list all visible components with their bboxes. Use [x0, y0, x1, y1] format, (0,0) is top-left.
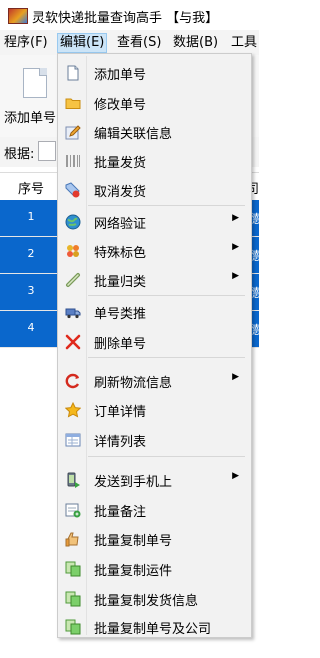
menu-view[interactable]: 查看(S)	[117, 34, 161, 52]
menu-item-send-to-phone[interactable]: 发送到手机上 ▶	[60, 467, 249, 493]
app-logo-icon	[8, 8, 28, 24]
menu-item-label: 特殊标色	[94, 246, 147, 261]
row-number: 3	[27, 284, 35, 297]
menu-item-order-detail[interactable]: 订单详情	[60, 397, 249, 423]
menu-item-batch-classify[interactable]: 批量归类 ▶	[60, 267, 249, 293]
add-number-button[interactable]: 添加单号	[4, 63, 58, 127]
row-number: 4	[27, 321, 35, 334]
column-header-seq[interactable]: 序号	[18, 178, 44, 197]
tag-cancel-icon	[65, 182, 80, 198]
menu-item-delete-number[interactable]: 删除单号	[60, 329, 249, 355]
menu-item-batch-copy-shipment[interactable]: 批量复制运件	[60, 556, 249, 582]
menu-item-label: 批量归类	[94, 275, 147, 290]
row-number: 1	[27, 210, 35, 223]
menu-item-label: 发送到手机上	[94, 475, 173, 490]
copy-icon	[65, 619, 81, 635]
copy-icon	[65, 561, 81, 577]
phone-send-icon	[67, 472, 80, 488]
menu-edit[interactable]: 编辑(E)	[57, 33, 108, 53]
menu-separator	[88, 456, 245, 457]
list-icon	[65, 433, 81, 447]
menu-item-label: 订单详情	[94, 405, 147, 420]
truck-icon	[65, 308, 81, 319]
menu-item-label: 批量复制运件	[94, 564, 173, 579]
link-icon	[66, 273, 80, 287]
menu-bar: 程序(F) 编辑(E) 查看(S) 数据(B) 工具	[0, 30, 259, 55]
filter-dropdown[interactable]	[38, 141, 56, 161]
delete-x-icon	[65, 334, 81, 350]
copy-icon	[65, 591, 81, 607]
barcode-icon	[66, 155, 80, 167]
menu-item-label: 详情列表	[94, 435, 147, 450]
menu-item-label: 取消发货	[94, 185, 147, 200]
menu-item-add-number[interactable]: 添加单号	[60, 60, 249, 86]
page-icon	[67, 65, 79, 81]
edit-icon	[65, 125, 81, 140]
menu-item-modify-number[interactable]: 修改单号	[60, 90, 249, 116]
refresh-icon	[65, 373, 80, 389]
submenu-arrow-icon: ▶	[232, 471, 239, 481]
menu-item-label: 网络验证	[94, 217, 147, 232]
title-bar: 灵软快递批量查询高手 【与我】	[0, 0, 259, 30]
hand-copy-icon	[65, 532, 79, 547]
submenu-arrow-icon: ▶	[232, 213, 239, 223]
menu-item-label: 刷新物流信息	[94, 376, 173, 391]
menu-item-label: 添加单号	[94, 68, 147, 83]
menu-item-label: 批量复制单号及公司	[94, 622, 212, 637]
submenu-arrow-icon: ▶	[232, 242, 239, 252]
menu-separator	[88, 357, 245, 358]
menu-data[interactable]: 数据(B)	[173, 34, 218, 52]
menu-item-detail-list[interactable]: 详情列表	[60, 427, 249, 453]
edit-dropdown-menu: 添加单号 修改单号 编辑关联信息 批量发货 取消发货 网络验证 ▶ 特殊标色 ▶…	[57, 53, 252, 638]
menu-item-label: 批量复制发货信息	[94, 594, 199, 609]
submenu-arrow-icon: ▶	[232, 372, 239, 382]
menu-item-network-verify[interactable]: 网络验证 ▶	[60, 209, 249, 235]
submenu-arrow-icon: ▶	[232, 271, 239, 281]
menu-item-label: 批量发货	[94, 156, 147, 171]
menu-item-batch-copy-number[interactable]: 批量复制单号	[60, 526, 249, 552]
menu-item-cancel-ship[interactable]: 取消发货	[60, 177, 249, 203]
note-icon	[65, 503, 81, 518]
menu-tools[interactable]: 工具	[231, 34, 257, 52]
menu-item-batch-ship[interactable]: 批量发货	[60, 148, 249, 174]
menu-item-batch-copy-ship-info[interactable]: 批量复制发货信息	[60, 586, 249, 612]
globe-icon	[65, 214, 81, 230]
menu-item-edit-related[interactable]: 编辑关联信息	[60, 119, 249, 145]
menu-item-label: 编辑关联信息	[94, 127, 173, 142]
filter-label: 根据:	[4, 147, 35, 162]
folder-icon	[65, 98, 81, 109]
add-number-label: 添加单号	[4, 111, 57, 126]
menu-item-batch-note[interactable]: 批量备注	[60, 497, 249, 523]
menu-separator	[88, 205, 245, 206]
menu-item-label: 批量复制单号	[94, 534, 173, 549]
document-icon	[23, 68, 47, 98]
menu-program[interactable]: 程序(F)	[4, 34, 48, 52]
menu-item-label: 批量备注	[94, 505, 147, 520]
menu-item-batch-copy-number-company[interactable]: 批量复制单号及公司	[60, 614, 249, 640]
menu-item-label: 修改单号	[94, 98, 147, 113]
menu-item-special-color[interactable]: 特殊标色 ▶	[60, 238, 249, 264]
menu-item-refresh-logistics[interactable]: 刷新物流信息 ▶	[60, 368, 249, 394]
menu-item-label: 删除单号	[94, 337, 147, 352]
row-number: 2	[27, 247, 35, 260]
menu-separator	[88, 295, 245, 296]
menu-item-number-infer[interactable]: 单号类推	[60, 299, 249, 325]
window-title: 灵软快递批量查询高手 【与我】	[32, 11, 219, 26]
menu-item-label: 单号类推	[94, 307, 147, 322]
star-icon	[65, 402, 81, 418]
color-star-icon	[67, 245, 79, 257]
